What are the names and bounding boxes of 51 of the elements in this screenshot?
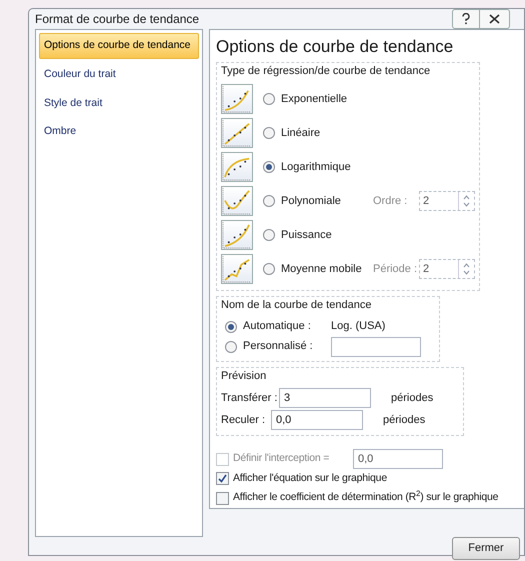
checkbox-label: Afficher le coefficient de détermination (R$^{2}$) sur le graphique: [233, 490, 498, 506]
option-label: Personnalisé :: [243, 339, 314, 354]
close-button[interactable]: [480, 9, 510, 29]
param-label: Période :: [373, 262, 418, 277]
option-label: Logarithmique: [281, 160, 352, 175]
help-icon: [462, 13, 470, 25]
input-field[interactable]: 0,0: [271, 410, 363, 430]
sidebar-item[interactable]: Options de courbe de tendance: [39, 33, 199, 59]
unit-label: périodes: [391, 390, 434, 406]
trendline-icon: [221, 186, 253, 216]
checkbox[interactable]: [216, 472, 229, 486]
help-button[interactable]: [452, 9, 480, 29]
option-label: Puissance: [281, 228, 333, 243]
input-field[interactable]: 3: [279, 388, 371, 408]
unit-label: périodes: [383, 412, 426, 428]
trendline-icon: [221, 254, 253, 284]
input-field[interactable]: [331, 336, 421, 356]
close-icon: [489, 14, 500, 24]
field-label: Transférer :: [221, 390, 278, 406]
option-label: Exponentielle: [281, 92, 348, 107]
radio-button[interactable]: [263, 161, 275, 173]
group-title: Prévision: [221, 368, 268, 384]
trendline-icon: [221, 152, 253, 182]
radio-button[interactable]: [225, 320, 237, 332]
option-label: Automatique :: [243, 319, 312, 334]
option-label: Moyenne mobile: [281, 262, 363, 277]
option-label: Polynomiale: [281, 194, 342, 209]
checkbox-label: Afficher l'équation sur le graphique: [233, 470, 387, 486]
trendline-icon: [221, 118, 253, 148]
sidebar-item[interactable]: Couleur du trait: [39, 62, 199, 88]
field-label: Reculer :: [221, 412, 266, 428]
sidebar-item[interactable]: Ombre: [39, 119, 199, 145]
param-label: Ordre :: [373, 194, 408, 209]
radio-button[interactable]: [263, 229, 275, 241]
trendline-icon: [221, 220, 253, 250]
panel-heading: Options de courbe de tendance: [216, 36, 454, 58]
radio-button[interactable]: [263, 195, 275, 207]
radio-button[interactable]: [263, 127, 275, 139]
group-title: Type de régression/de courbe de tendance: [221, 64, 432, 78]
name-value: Log. (USA): [331, 319, 386, 334]
trendline-icon: [221, 84, 253, 114]
window-title: Format de courbe de tendance: [35, 11, 200, 28]
group-title: Nom de la courbe de tendance: [221, 298, 372, 313]
checkbox-label: Définir l'interception =: [233, 451, 330, 466]
option-label: Linéaire: [281, 126, 322, 141]
radio-button[interactable]: [263, 263, 275, 275]
checkbox[interactable]: [216, 492, 229, 505]
sidebar-item[interactable]: Style de trait: [39, 90, 199, 116]
close-dialog-button[interactable]: Fermer: [452, 537, 520, 560]
radio-button[interactable]: [225, 340, 237, 352]
radio-button[interactable]: [263, 93, 275, 105]
